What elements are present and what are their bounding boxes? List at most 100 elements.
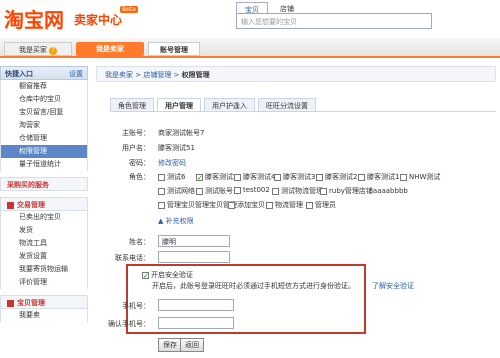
purchase-services-header[interactable]: 采购买的服务 (0, 177, 88, 191)
taobao-logo[interactable]: 淘宝网 (4, 4, 64, 33)
search-input[interactable]: 输入您想要的宝贝 (236, 13, 432, 29)
tab-bar: 角色管理 用户管理 用户护逢入 旺旺分流设置 (110, 98, 319, 112)
name-label: 姓名： (129, 238, 150, 246)
help-icon: ? (49, 47, 57, 55)
role-label: 滕客测试2 (325, 173, 358, 181)
sidebar-item-logistics[interactable]: 物流工具 (1, 237, 87, 250)
trade-title: 交易管理 (17, 201, 45, 209)
role-option[interactable]: 测试账号 (196, 186, 233, 196)
role-option[interactable]: 管理宝贝管理宝贝管理 (158, 200, 237, 210)
role-checkbox[interactable] (320, 187, 327, 195)
confirm-mobile-input[interactable] (158, 317, 234, 329)
trade-list: 已卖出的宝贝 发货 物流工具 发货设置 我要寄货物运输 评价管理 (0, 211, 88, 289)
role-checkbox[interactable] (306, 201, 313, 209)
role-checkbox[interactable] (158, 173, 165, 181)
role-label: 测试账号 (205, 187, 233, 195)
role-checkbox[interactable] (274, 173, 281, 181)
role-label: ruby管理店铺aaaabbbb (329, 187, 408, 195)
sidebar-item-warehouse[interactable]: 仓库中的宝贝 (1, 93, 87, 106)
sidebar-item-reviews[interactable]: 评价管理 (1, 276, 87, 289)
role-label: 滕客测试4 (243, 173, 276, 181)
sidebar-item-showcase[interactable]: 橱窗推荐 (1, 80, 87, 93)
tab-users[interactable]: 用户管理 (157, 98, 201, 112)
security-enable-row[interactable]: 开启安全验证 (142, 270, 193, 280)
security-enable-label: 开启安全验证 (151, 271, 193, 279)
role-checkbox[interactable] (358, 173, 365, 181)
sidebar-item-manager[interactable]: 淘营家 (1, 119, 87, 132)
role-option[interactable]: 物流管理 (266, 200, 303, 210)
role-label: 测试6 (167, 173, 186, 181)
role-option[interactable]: 管理员 (306, 200, 336, 210)
seller-center-title: 卖家中心 (74, 13, 123, 27)
role-checkbox[interactable] (266, 201, 273, 209)
role-option[interactable]: 测试物流管理 (272, 186, 323, 196)
role-option[interactable]: 滕客测试1 (358, 172, 399, 182)
sidebar-item-messages[interactable]: 宝贝留言/回复 (1, 106, 87, 119)
quick-settings-link[interactable]: 设置 (69, 69, 83, 79)
back-button[interactable]: 返回 (180, 338, 204, 352)
add-permission-link[interactable]: ▲ 补充权限 (158, 216, 194, 226)
role-checkbox[interactable] (158, 201, 165, 209)
role-checkbox[interactable] (234, 186, 241, 194)
sidebar-item-storage[interactable]: 仓储管理 (1, 132, 87, 145)
role-option[interactable]: 滕客测试4 (234, 172, 275, 182)
password-label: 密码： (129, 159, 150, 167)
role-label: test002 (243, 186, 270, 194)
item-manage-header: 宝贝管理 (0, 295, 88, 309)
breadcrumb-current: 权限管理 (181, 71, 210, 79)
name-input[interactable]: 滕明 (158, 235, 230, 247)
role-option[interactable]: NHW测试 (400, 172, 440, 182)
role-checkbox[interactable] (196, 173, 203, 181)
breadcrumb-shop[interactable]: 店铺管理 (143, 71, 171, 79)
account-button[interactable]: 账号管理 (148, 42, 200, 56)
role-option[interactable]: ruby管理店铺aaaabbbb (320, 186, 408, 196)
nav-underline (0, 56, 500, 58)
mobile-input[interactable] (158, 299, 234, 311)
role-option[interactable]: 滕客测试2 (316, 172, 357, 182)
save-button[interactable]: 保存 (158, 338, 182, 352)
sidebar-item-ship-settings[interactable]: 发货设置 (1, 250, 87, 263)
role-checkbox[interactable] (158, 187, 165, 195)
tab-roles[interactable]: 角色管理 (110, 98, 154, 112)
role-label: 测试网络 (167, 187, 195, 195)
buyer-label: 我是买家 (19, 46, 47, 54)
sidebar-item-sell[interactable]: 我要卖 (1, 309, 87, 322)
role-label: 滕客测试5 (205, 173, 238, 181)
role-checkbox[interactable] (272, 187, 279, 195)
sidebar-item-permissions[interactable]: 权限管理 (1, 145, 87, 158)
tab-divider (110, 111, 496, 112)
main-account-label: 主账号： (122, 129, 150, 137)
trade-header: 交易管理 (0, 197, 88, 211)
buyer-button[interactable]: 我是买家? (4, 42, 72, 56)
role-option[interactable]: 滕客测试3 (274, 172, 315, 182)
role-option[interactable]: test002 (234, 186, 270, 194)
quick-entry-header: 快捷入口 设置 (0, 66, 88, 80)
role-option[interactable]: 测试网络 (158, 186, 195, 196)
item-manage-title: 宝贝管理 (17, 299, 45, 307)
seller-button[interactable]: 我是卖家 (76, 42, 144, 56)
breadcrumb: 我是卖家 > 店铺管理 > 权限管理 (96, 66, 496, 82)
mobile-label: 手机号： (122, 302, 150, 310)
sidebar-item-stats[interactable]: 量子恒道统计 (1, 158, 87, 171)
role-checkbox[interactable] (316, 173, 323, 181)
phone-input[interactable] (158, 251, 230, 263)
role-label: 测试物流管理 (281, 187, 323, 195)
role-option[interactable]: 测试6 (158, 172, 185, 182)
security-checkbox[interactable] (142, 271, 149, 279)
change-password-link[interactable]: 修改密码 (158, 158, 186, 168)
role-option[interactable]: 添加宝贝 (228, 200, 265, 210)
tab-wangwang[interactable]: 旺旺分流设置 (258, 98, 316, 112)
sidebar: 快捷入口 设置 橱窗推荐 仓库中的宝贝 宝贝留言/回复 淘营家 仓储管理 权限管… (0, 66, 88, 358)
sidebar-item-transport[interactable]: 我要寄货物运输 (1, 263, 87, 276)
sidebar-item-sold[interactable]: 已卖出的宝贝 (1, 211, 87, 224)
breadcrumb-seller[interactable]: 我是卖家 (105, 71, 133, 79)
role-label: NHW测试 (409, 173, 441, 181)
sidebar-item-ship[interactable]: 发货 (1, 224, 87, 237)
learn-security-link[interactable]: 了解安全验证 (372, 281, 414, 291)
role-option[interactable]: 滕客测试5 (196, 172, 237, 182)
role-checkbox[interactable] (228, 201, 235, 209)
role-checkbox[interactable] (196, 187, 203, 195)
role-checkbox[interactable] (234, 173, 241, 181)
tab-user-login[interactable]: 用户护逢入 (204, 98, 255, 112)
role-checkbox[interactable] (400, 173, 407, 181)
